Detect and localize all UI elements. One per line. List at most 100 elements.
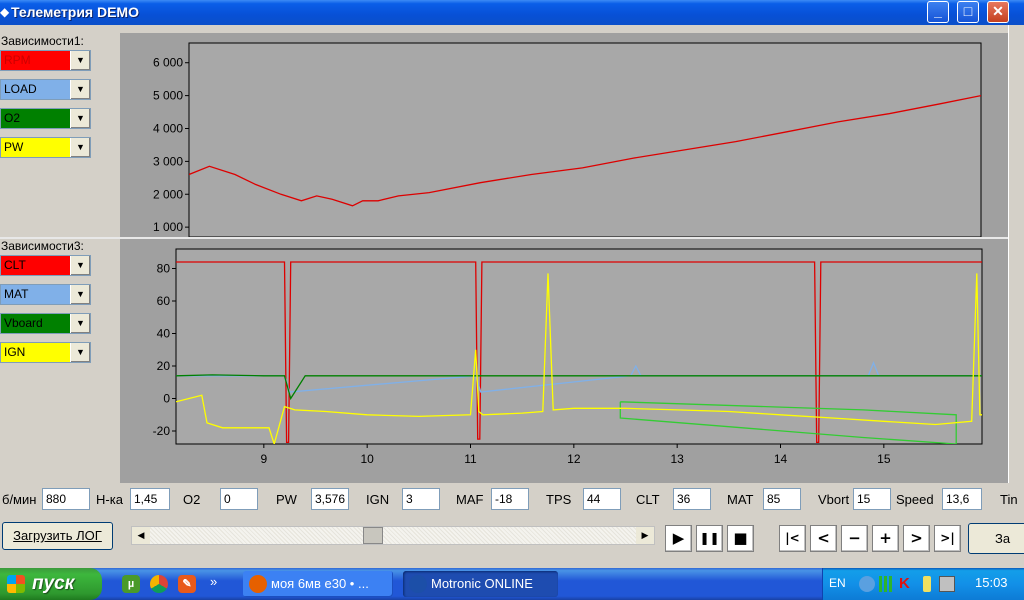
scroll-right-icon[interactable]: ▶ — [636, 527, 654, 544]
last-button[interactable]: >| — [934, 525, 961, 552]
y-tick-label: 4 000 — [153, 121, 183, 135]
start-button[interactable]: пуск — [0, 568, 102, 600]
load-log-button[interactable]: Загрузить ЛОГ — [2, 522, 113, 550]
y-tick-label: 80 — [157, 262, 171, 276]
readout-label: CLT — [636, 492, 660, 507]
telemetry-window: ◆ Телеметрия DEMO _ □ ✕ Зависимости1: RP… — [0, 0, 1024, 568]
readout-value: 1,45 — [130, 488, 170, 510]
network-signal-icon[interactable] — [879, 576, 895, 592]
language-indicator[interactable]: EN — [829, 576, 846, 590]
pause-button[interactable]: ❚❚ — [696, 525, 723, 552]
readout-value: 44 — [583, 488, 621, 510]
readout-value: 0 — [220, 488, 258, 510]
group3-combo-3[interactable]: IGN ▼ — [0, 342, 91, 363]
app-icon: ◆ — [0, 5, 10, 19]
taskbar-task-label: Motronic ONLINE — [431, 576, 533, 591]
chevron-down-icon[interactable]: ▼ — [70, 285, 90, 304]
timeline-scrollbar[interactable]: ◀ ▶ — [131, 526, 655, 545]
usb-device-icon[interactable] — [923, 576, 931, 592]
taskbar-task-0[interactable]: моя 6мв e30 • ... — [243, 571, 393, 597]
title-bar[interactable]: ◆ Телеметрия DEMO _ □ ✕ — [0, 0, 1024, 25]
readout-label: б/мин — [2, 492, 37, 507]
first-button[interactable]: |< — [779, 525, 806, 552]
minimize-button[interactable]: _ — [927, 1, 949, 23]
group3-combo-1[interactable]: MAT ▼ — [0, 284, 91, 305]
y-tick-label: 1 000 — [153, 220, 183, 234]
load-log-label: Загрузить ЛОГ — [13, 528, 102, 543]
group1-combo-0[interactable]: RPM ▼ — [0, 50, 91, 71]
group1-combo-value: O2 — [1, 109, 70, 128]
chevron-down-icon[interactable]: ▼ — [70, 138, 90, 157]
readout-value: 880 — [42, 488, 90, 510]
quicklaunch-overflow-icon[interactable]: » — [210, 574, 217, 589]
utorrent-icon[interactable]: µ — [122, 575, 140, 593]
y-tick-label: 6 000 — [153, 56, 183, 70]
chevron-down-icon[interactable]: ▼ — [70, 343, 90, 362]
maximize-icon: □ — [963, 3, 973, 19]
readout-label: MAT — [727, 492, 754, 507]
x-tick-label: 12 — [567, 452, 581, 466]
chevron-down-icon[interactable]: ▼ — [70, 256, 90, 275]
group1-combo-3[interactable]: PW ▼ — [0, 137, 91, 158]
playback-controls: Загрузить ЛОГ ◀ ▶ ▶ ❚❚ ■ |< < − + > >| За — [0, 518, 1024, 558]
y-tick-label: 20 — [157, 359, 171, 373]
readout-value: 15 — [853, 488, 891, 510]
taskbar-task-label: моя 6мв e30 • ... — [271, 576, 369, 591]
x-tick-label: 10 — [360, 452, 374, 466]
minus-button[interactable]: − — [841, 525, 868, 552]
prev-button[interactable]: < — [810, 525, 837, 552]
readout-value: 13,6 — [942, 488, 982, 510]
tray-back-icon[interactable] — [859, 576, 875, 592]
plus-button[interactable]: + — [872, 525, 899, 552]
taskbar-task-1[interactable]: Motronic ONLINE — [403, 571, 558, 597]
group1-combo-1[interactable]: LOAD ▼ — [0, 79, 91, 100]
play-button[interactable]: ▶ — [665, 525, 692, 552]
next-button[interactable]: > — [903, 525, 930, 552]
group1-combo-2[interactable]: O2 ▼ — [0, 108, 91, 129]
chevron-down-icon[interactable]: ▼ — [70, 314, 90, 333]
group3-combo-value: CLT — [1, 256, 70, 275]
motronic-icon — [409, 575, 427, 593]
scroll-thumb[interactable] — [362, 527, 383, 544]
plot-area[interactable] — [188, 42, 982, 237]
y-tick-label: 5 000 — [153, 89, 183, 103]
readout-value: -18 — [491, 488, 529, 510]
group3-combo-value: MAT — [1, 285, 70, 304]
readout-label: Н-ка — [96, 492, 123, 507]
clock: 15:03 — [975, 575, 1008, 590]
y-tick-label: -20 — [153, 424, 171, 438]
maximize-button[interactable]: □ — [957, 1, 979, 23]
paint-icon[interactable]: ✎ — [178, 575, 196, 593]
group3-label: Зависимости3: — [1, 239, 84, 253]
close-button[interactable]: ✕ — [987, 1, 1009, 23]
group3-combo-2[interactable]: Vboard ▼ — [0, 313, 91, 334]
readout-label: PW — [276, 492, 297, 507]
chevron-down-icon[interactable]: ▼ — [70, 80, 90, 99]
kaspersky-icon[interactable]: K — [899, 576, 915, 592]
y-tick-label: 0 — [163, 392, 170, 406]
close-icon: ✕ — [992, 3, 1004, 19]
za-button[interactable]: За — [968, 523, 1024, 554]
display-icon[interactable] — [939, 576, 955, 592]
y-tick-label: 3 000 — [153, 154, 183, 168]
system-tray: EN K 15:03 — [822, 568, 1024, 600]
plot-area[interactable] — [175, 248, 983, 445]
group1-combo-value: LOAD — [1, 80, 70, 99]
chrome-icon[interactable] — [150, 575, 168, 593]
readout-value: 36 — [673, 488, 711, 510]
x-tick-label: 9 — [260, 452, 267, 466]
group3-combo-value: Vboard — [1, 314, 70, 333]
group1-combo-value: RPM — [1, 51, 70, 70]
readout-label: TPS — [546, 492, 572, 507]
x-tick-label: 13 — [670, 452, 684, 466]
window-title: Телеметрия DEMO — [11, 4, 139, 20]
readout-label: O2 — [183, 492, 201, 507]
windows-logo-icon — [7, 575, 25, 593]
chevron-down-icon[interactable]: ▼ — [70, 51, 90, 70]
chevron-down-icon[interactable]: ▼ — [70, 109, 90, 128]
stop-button[interactable]: ■ — [727, 525, 754, 552]
y-tick-label: 2 000 — [153, 187, 183, 201]
group3-combo-0[interactable]: CLT ▼ — [0, 255, 91, 276]
readout-label: Tin — [1000, 492, 1018, 507]
scroll-left-icon[interactable]: ◀ — [132, 527, 150, 544]
